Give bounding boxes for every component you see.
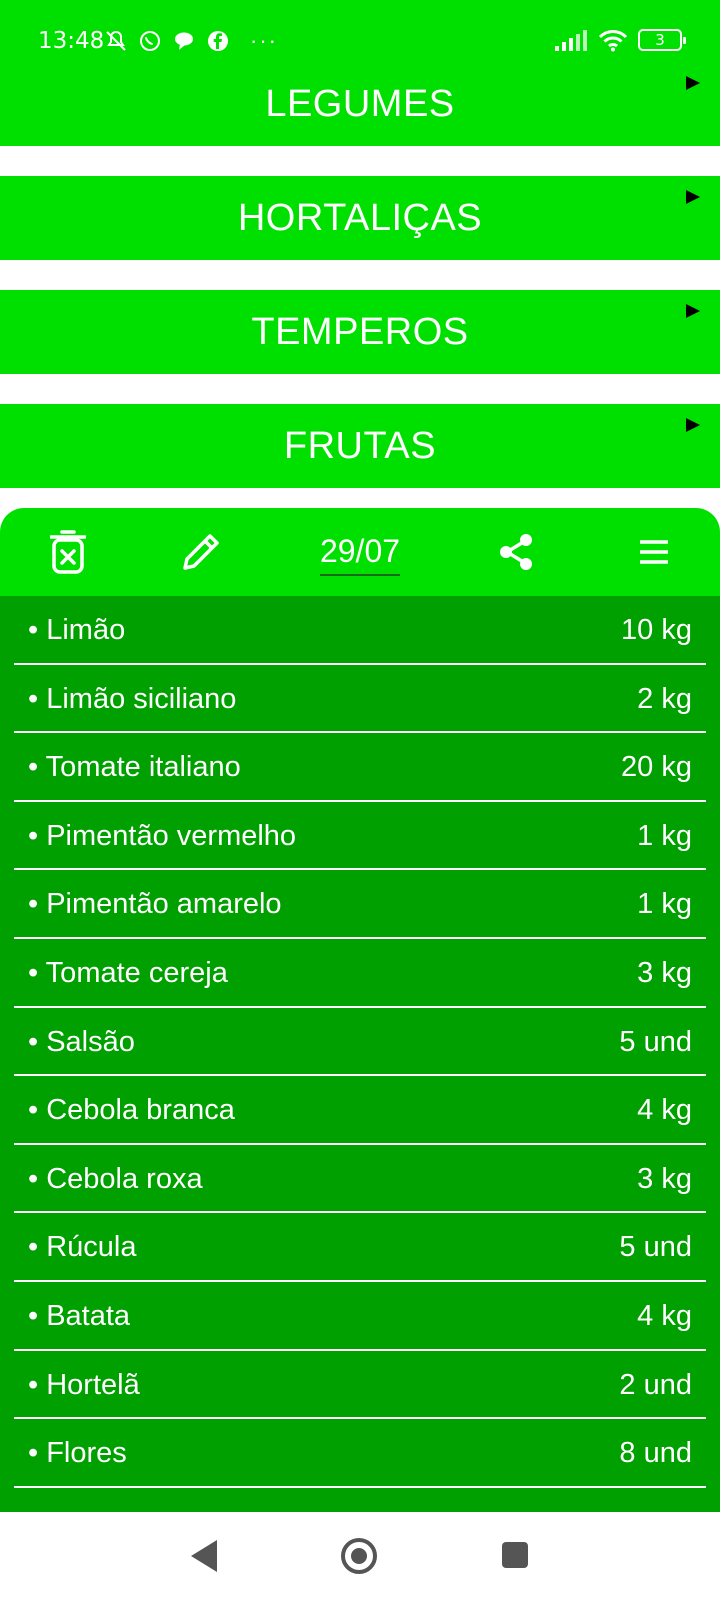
category-label: HORTALIÇAS (237, 196, 483, 239)
menu-icon (640, 540, 668, 564)
item-quantity: 20 kg (621, 751, 692, 784)
item-quantity: 3 kg (637, 956, 692, 989)
item-name: • Cebola roxa (28, 1162, 203, 1195)
share-button[interactable] (496, 530, 536, 574)
item-quantity: 1 kg (637, 819, 692, 852)
list-item[interactable]: • Limão 10 kg (14, 596, 706, 665)
expand-arrow-icon (686, 418, 700, 432)
item-name: • Flores (28, 1437, 127, 1470)
list-item[interactable]: • Cebola branca 4 kg (14, 1076, 706, 1145)
category-label: FRUTAS (283, 424, 437, 467)
category-label: LEGUMES (265, 82, 455, 125)
item-quantity: 1 kg (637, 888, 692, 921)
expand-arrow-icon (686, 304, 700, 318)
category-legumes-button[interactable]: LEGUMES (0, 62, 720, 146)
panel-toolbar: 29/07 (0, 508, 720, 596)
pencil-icon (183, 534, 219, 570)
list-item[interactable]: • Limão siciliano 2 kg (14, 665, 706, 734)
item-quantity: 4 kg (637, 1299, 692, 1332)
status-notification-icons: ··· (104, 28, 278, 54)
item-name: • Tomate cereja (28, 956, 228, 989)
item-quantity: 10 kg (621, 614, 692, 646)
home-icon[interactable] (341, 1538, 377, 1574)
category-hortalicas-button[interactable]: HORTALIÇAS (0, 176, 720, 260)
item-quantity: 2 und (619, 1368, 692, 1401)
date-field[interactable]: 29/07 (312, 528, 408, 580)
list-item[interactable]: • Flores 8 und (14, 1419, 706, 1488)
category-label: TEMPEROS (251, 310, 469, 353)
item-name: • Rúcula (28, 1231, 137, 1264)
list-item[interactable]: • Pimentão vermelho 1 kg (14, 802, 706, 871)
category-temperos-button[interactable]: TEMPEROS (0, 290, 720, 374)
status-system-icons: 3 (554, 26, 686, 54)
item-name: • Pimentão vermelho (28, 819, 297, 852)
list-item[interactable]: • Hortelã 2 und (14, 1351, 706, 1420)
expand-arrow-icon (686, 190, 700, 204)
item-name: • Hortelã (28, 1368, 140, 1401)
list-item[interactable]: • Tomate italiano 20 kg (14, 733, 706, 802)
clear-list-button[interactable] (46, 530, 90, 574)
trash-icon (50, 530, 86, 574)
item-quantity: 4 kg (637, 1094, 692, 1127)
facebook-icon (208, 31, 228, 51)
list-item[interactable]: • Cebola roxa 3 kg (14, 1145, 706, 1214)
list-item[interactable]: • Batata 4 kg (14, 1282, 706, 1351)
item-quantity: 5 und (619, 1231, 692, 1264)
recent-apps-icon[interactable] (502, 1542, 528, 1568)
status-overflow: ··· (250, 28, 278, 53)
back-icon[interactable] (191, 1540, 217, 1572)
item-quantity: 3 kg (637, 1162, 692, 1195)
status-time: 13:48 (38, 28, 105, 54)
signal-icon (555, 30, 587, 51)
item-quantity: 5 und (619, 1025, 692, 1058)
list-item[interactable]: • Rúcula 5 und (14, 1213, 706, 1282)
app-screen: 13:48 ··· 3 LEGUMES HORTALIÇAS TEMPEROS … (0, 0, 720, 1600)
item-name: • Pimentão amarelo (28, 888, 282, 921)
item-name: • Batata (28, 1299, 131, 1332)
whatsapp-icon (140, 31, 160, 51)
edit-button[interactable] (178, 530, 224, 574)
list-item[interactable]: • Pimentão amarelo 1 kg (14, 870, 706, 939)
battery-level: 3 (655, 31, 665, 49)
menu-button[interactable] (636, 530, 672, 574)
list-item[interactable]: • Salsão 5 und (14, 1008, 706, 1077)
item-quantity: 8 und (619, 1437, 692, 1470)
item-name: • Tomate italiano (28, 751, 241, 784)
item-quantity: 2 kg (637, 682, 692, 715)
battery-icon: 3 (638, 29, 686, 51)
expand-arrow-icon (686, 76, 700, 90)
item-list: • Limão 10 kg • Limão siciliano 2 kg • T… (0, 596, 720, 1512)
wifi-icon (598, 30, 628, 52)
mute-icon (106, 30, 126, 51)
system-nav-bar (0, 1512, 720, 1600)
list-item[interactable]: • Tomate cereja 3 kg (14, 939, 706, 1008)
category-frutas-button[interactable]: FRUTAS (0, 404, 720, 488)
date-value: 29/07 (319, 533, 401, 576)
item-name: • Limão (28, 614, 126, 646)
order-panel: 29/07 • Limão 10 kg • Limão siciliano 2 … (0, 508, 720, 1512)
chat-icon (175, 32, 193, 50)
item-name: • Salsão (28, 1025, 135, 1058)
item-name: • Cebola branca (28, 1094, 235, 1127)
share-icon (500, 534, 532, 570)
item-name: • Limão siciliano (28, 682, 237, 715)
